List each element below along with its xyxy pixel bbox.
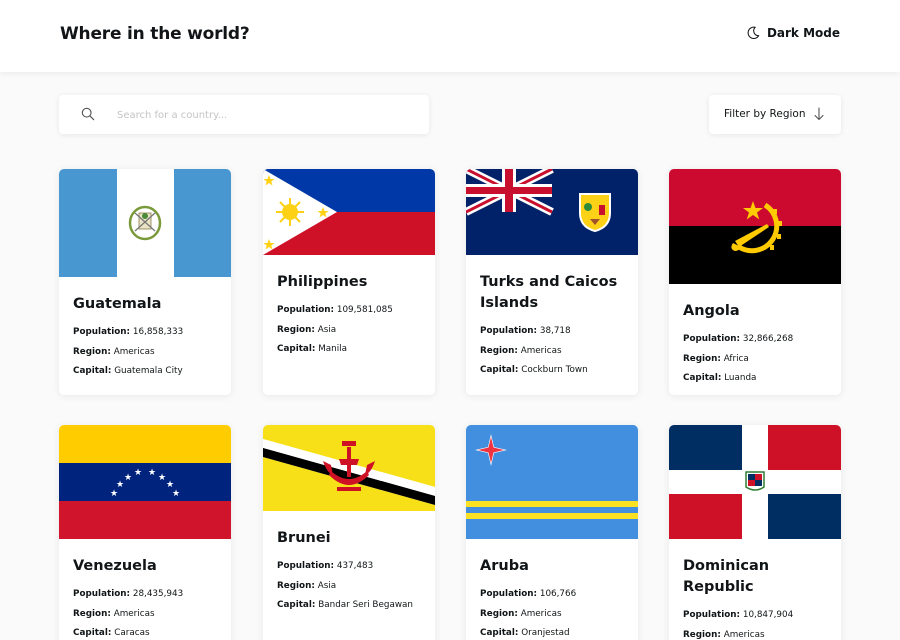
capital-row: Capital: Manila: [277, 344, 348, 354]
flag-philippines: [263, 169, 435, 255]
flag-brunei: [263, 425, 435, 511]
dark-mode-label: Dark Mode: [766, 26, 840, 40]
country-name: Brunei: [277, 530, 331, 546]
country-name: Dominican Republic: [683, 558, 770, 595]
flag-turks-and-caicos: [466, 169, 638, 255]
svg-text:★: ★: [172, 489, 180, 499]
capital-row: Capital: Bandar Seri Begawan: [277, 600, 414, 610]
population-row: Population: 38,718: [480, 326, 571, 336]
dark-mode-toggle[interactable]: Dark Mode: [746, 26, 840, 40]
flag-dominican-republic: [669, 425, 841, 539]
svg-text:★: ★: [110, 489, 118, 499]
filter-label: Filter by Region: [724, 108, 806, 120]
region-row: Region: Americas: [683, 629, 765, 640]
population-row: Population: 437,483: [277, 561, 374, 571]
population-row: Population: 28,435,943: [73, 589, 184, 599]
country-card-brunei[interactable]: Brunei Population: 437,483 Region: Asia …: [263, 425, 435, 640]
svg-text:★: ★: [134, 468, 142, 478]
region-row: Region: Asia: [277, 324, 337, 335]
country-card-philippines[interactable]: Philippines Population: 109,581,085 Regi…: [263, 169, 435, 395]
flag-venezuela: ★ ★ ★ ★ ★ ★ ★ ★: [59, 425, 231, 539]
country-name: Guatemala: [73, 296, 162, 312]
svg-text:★: ★: [116, 480, 124, 490]
region-row: Region: Africa: [683, 353, 749, 364]
region-filter-dropdown[interactable]: Filter by Region: [709, 95, 841, 134]
country-card-turks-and-caicos-islands[interactable]: Turks and Caicos Islands Population: 38,…: [466, 169, 638, 395]
flag-angola: [669, 169, 841, 284]
flag-guatemala: [59, 169, 231, 277]
arrow-down-icon: [814, 107, 824, 121]
capital-row: Capital: Caracas: [73, 628, 150, 638]
region-row: Region: Asia: [277, 580, 337, 591]
header: Where in the world? Dark Mode: [0, 0, 900, 72]
country-name: Turks and Caicos Islands: [480, 274, 618, 311]
population-row: Population: 32,866,268: [683, 334, 794, 344]
region-row: Region: Americas: [73, 608, 155, 619]
population-row: Population: 106,766: [480, 589, 577, 599]
capital-row: Capital: Guatemala City: [73, 366, 183, 376]
moon-icon: [747, 26, 760, 40]
population-row: Population: 109,581,085: [277, 305, 393, 315]
population-row: Population: 16,858,333: [73, 327, 184, 337]
capital-row: Capital: Oranjestad: [480, 628, 570, 638]
population-row: Population: 10,847,904: [683, 610, 794, 620]
flag-aruba: [466, 425, 638, 539]
country-name: Aruba: [480, 558, 529, 574]
capital-row: Capital: Cockburn Town: [480, 365, 588, 375]
region-row: Region: Americas: [480, 608, 562, 619]
svg-text:★: ★: [124, 473, 132, 483]
country-card-venezuela[interactable]: ★ ★ ★ ★ ★ ★ ★ ★ Venezuela Population: 28…: [59, 425, 231, 640]
region-row: Region: Americas: [480, 345, 562, 356]
country-name: Philippines: [277, 274, 368, 290]
svg-text:★: ★: [148, 468, 156, 478]
region-row: Region: Americas: [73, 346, 155, 357]
search-icon: [81, 107, 95, 121]
country-card-dominican-republic[interactable]: Dominican Republic Population: 10,847,90…: [669, 425, 841, 640]
search-box: [59, 95, 429, 134]
search-input[interactable]: [117, 105, 407, 125]
country-name: Venezuela: [73, 558, 157, 574]
svg-text:★: ★: [158, 473, 166, 483]
country-card-guatemala[interactable]: Guatemala Population: 16,858,333 Region:…: [59, 169, 231, 395]
country-card-angola[interactable]: Angola Population: 32,866,268 Region: Af…: [669, 169, 841, 395]
capital-row: Capital: Luanda: [683, 373, 757, 383]
country-card-aruba[interactable]: Aruba Population: 106,766 Region: Americ…: [466, 425, 638, 640]
country-name: Angola: [683, 303, 740, 319]
page-title: Where in the world?: [60, 24, 250, 44]
